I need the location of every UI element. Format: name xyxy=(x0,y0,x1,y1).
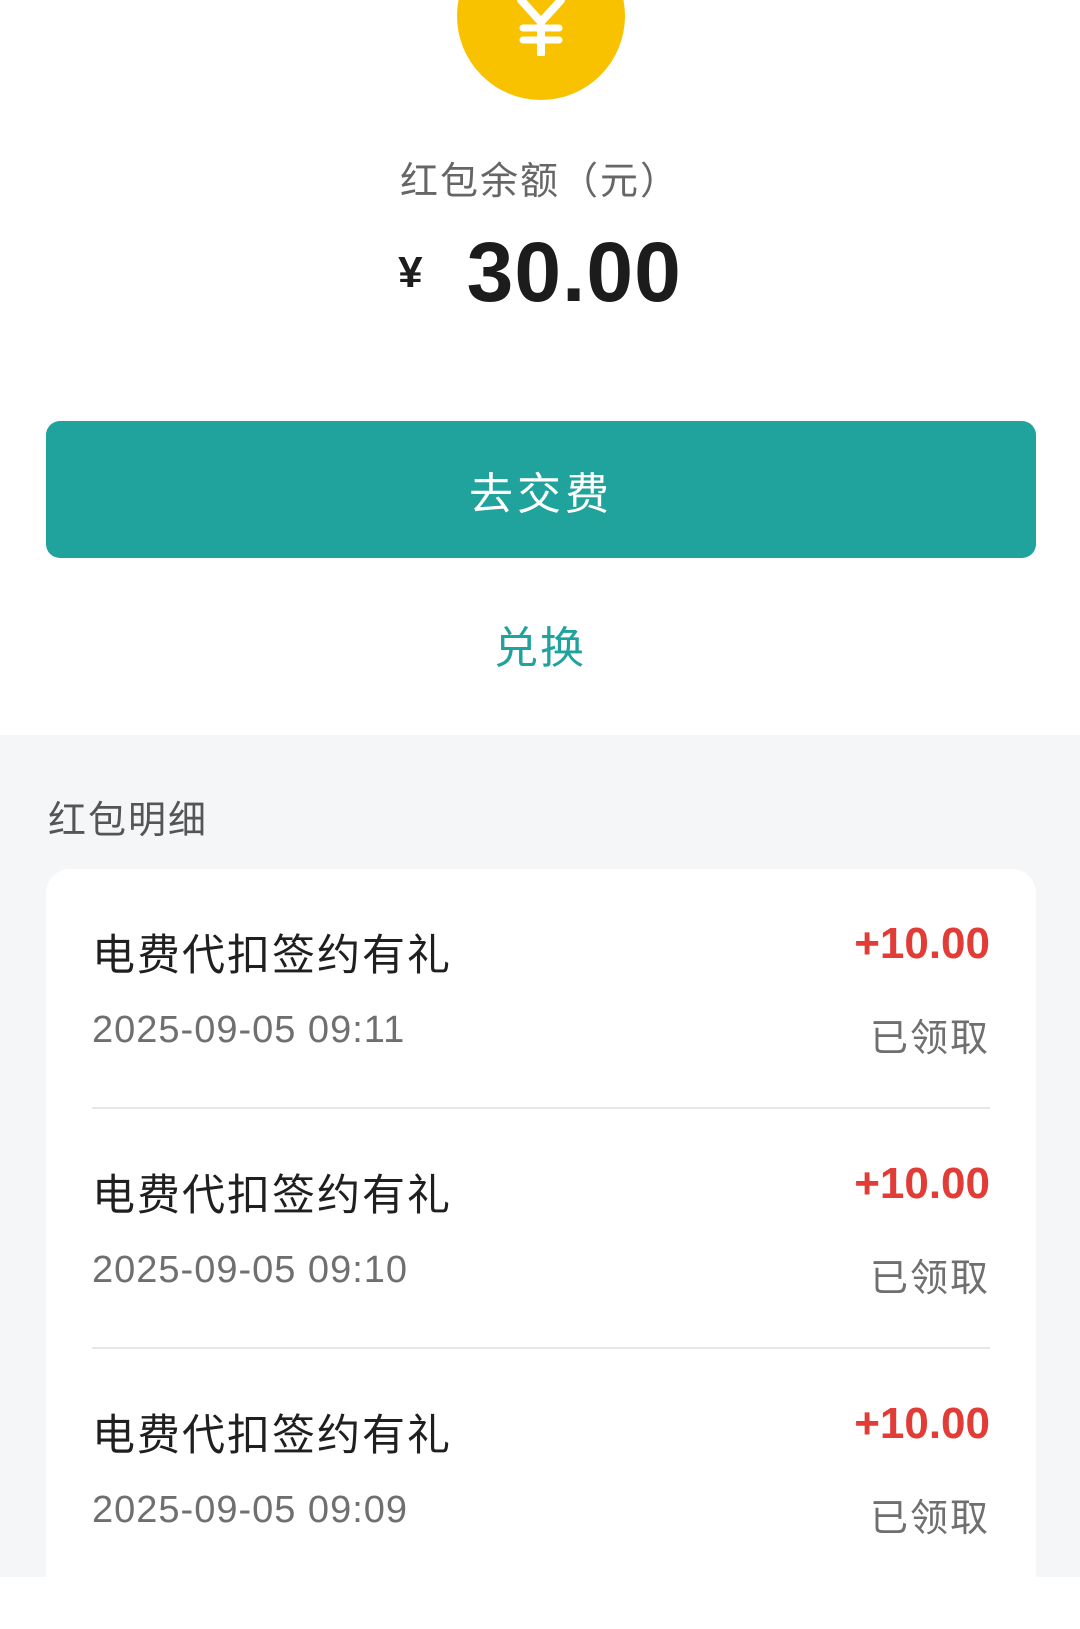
record-time: 2025-09-05 09:09 xyxy=(92,1489,409,1531)
record-time: 2025-09-05 09:10 xyxy=(92,1249,409,1291)
records-card: 电费代扣签约有礼 +10.00 2025-09-05 09:11 已领取 电费代… xyxy=(46,869,1036,1629)
details-title: 红包明细 xyxy=(48,798,209,842)
currency-symbol: ¥ xyxy=(398,247,423,297)
balance-amount: ¥ 30.00 xyxy=(0,224,1080,321)
pay-button[interactable]: 去交费 xyxy=(46,421,1036,558)
record-status: 已领取 xyxy=(869,1016,990,1060)
list-item[interactable]: 电费代扣签约有礼 +10.00 2025-09-05 09:09 已领取 xyxy=(92,1349,990,1589)
exchange-link[interactable]: 兑换 xyxy=(0,612,1080,676)
list-item[interactable]: 电费代扣签约有礼 +10.00 2025-09-05 09:10 已领取 xyxy=(92,1109,990,1349)
record-title: 电费代扣签约有礼 xyxy=(92,1171,452,1221)
record-time: 2025-09-05 09:11 xyxy=(92,1009,406,1051)
record-amount: +10.00 xyxy=(854,919,990,968)
yuan-coin-icon xyxy=(457,0,625,100)
record-status: 已领取 xyxy=(869,1256,990,1300)
record-amount: +10.00 xyxy=(854,1159,990,1208)
list-item[interactable]: 电费代扣签约有礼 +10.00 2025-09-05 09:11 已领取 xyxy=(92,869,990,1109)
record-status: 已领取 xyxy=(869,1496,990,1540)
balance-value: 30.00 xyxy=(466,225,682,319)
record-title: 电费代扣签约有礼 xyxy=(92,931,452,981)
balance-section: 红包余额（元） ¥ 30.00 去交费 兑换 xyxy=(0,0,1080,735)
record-amount: +10.00 xyxy=(854,1399,990,1448)
red-packet-details-section: 红包明细 电费代扣签约有礼 +10.00 2025-09-05 09:11 已领… xyxy=(0,735,1080,1629)
record-title: 电费代扣签约有礼 xyxy=(92,1411,452,1461)
balance-label: 红包余额（元） xyxy=(399,159,680,203)
